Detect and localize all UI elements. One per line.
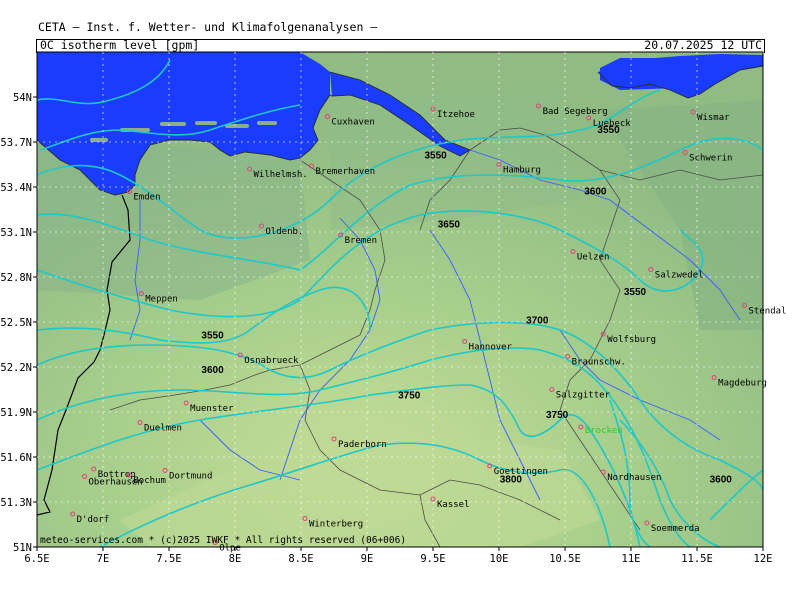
city-label: Paderborn xyxy=(338,440,387,450)
city-label: Uelzen xyxy=(577,253,610,263)
contour-value-label: 3550 xyxy=(425,151,448,162)
lat-tick-label: 53.7N xyxy=(0,137,32,149)
lat-tick-label: 54N xyxy=(13,92,32,104)
city-label: Salzgitter xyxy=(556,391,611,401)
contour-value-label: 3550 xyxy=(624,287,647,298)
city-label: Meppen xyxy=(145,295,178,305)
city-label: Stendal xyxy=(749,307,787,317)
city-label: Duelmen xyxy=(144,424,182,434)
contour-value-label: 3600 xyxy=(710,475,733,486)
lon-tick-label: 11.5E xyxy=(681,553,713,565)
contour-value-label: 3750 xyxy=(546,410,569,421)
city-label: Bochum xyxy=(133,476,166,486)
lon-tick-label: 9E xyxy=(361,553,374,565)
city-label: Nordhausen xyxy=(607,473,661,483)
city-label: Bad Segeberg xyxy=(543,107,608,117)
contour-value-label: 3700 xyxy=(526,316,549,327)
city-label: Wolfsburg xyxy=(607,335,656,345)
city-label: Schwerin xyxy=(689,154,732,164)
lat-tick-label: 52.2N xyxy=(0,362,32,374)
lon-tick-label: 6.5E xyxy=(24,553,49,565)
brocken-label: Brocken xyxy=(585,426,623,436)
city-label: Oldenb. xyxy=(265,227,303,237)
city-label: Braunschw. xyxy=(572,358,626,368)
contour-value-label: 3650 xyxy=(438,220,461,231)
lat-tick-label: 51.3N xyxy=(0,497,32,509)
city-label: Muenster xyxy=(190,404,234,414)
contour-value-label: 3550 xyxy=(201,331,224,342)
copyright-footer: meteo-services.com * (c)2025 IWKF * All … xyxy=(40,535,407,546)
lon-tick-label: 7E xyxy=(97,553,110,565)
city-label: Salzwedel xyxy=(655,271,704,281)
city-label: Osnabrueck xyxy=(244,356,299,366)
lon-tick-label: 10E xyxy=(490,553,509,565)
lat-tick-label: 53.4N xyxy=(0,182,32,194)
city-label: Winterberg xyxy=(309,520,363,530)
map-canvas: 54N 53.7N 53.4N 53.1N 52.8N 52.5N 52.2N 51.9N 51… xyxy=(0,51,787,565)
city-label: D'dorf xyxy=(77,515,110,525)
contour-value-label: 3550 xyxy=(597,125,620,136)
lat-tick-label: 52.8N xyxy=(0,272,32,284)
lon-tick-label: 10.5E xyxy=(549,553,581,565)
city-label: Soemmerda xyxy=(651,524,700,534)
city-label: Bremen xyxy=(345,236,378,246)
lat-tick-label: 51.6N xyxy=(0,452,32,464)
city-label: Hamburg xyxy=(503,166,541,176)
city-label: Wilhelmsh. xyxy=(254,170,308,180)
city-label: Emden xyxy=(133,193,160,203)
city-label: Itzehoe xyxy=(437,110,475,120)
lat-tick-label: 53.1N xyxy=(0,227,32,239)
city-label: Hannover xyxy=(469,343,513,353)
city-label: Magdeburg xyxy=(718,379,767,389)
lon-tick-label: 7.5E xyxy=(156,553,181,565)
lon-tick-label: 9.5E xyxy=(420,553,445,565)
lon-tick-label: 11E xyxy=(622,553,641,565)
lat-tick-label: 51.9N xyxy=(0,407,32,419)
lon-tick-label: 8.5E xyxy=(288,553,313,565)
city-label: Wismar xyxy=(697,113,730,123)
city-label: Cuxhaven xyxy=(331,118,374,128)
contour-value-label: 3800 xyxy=(500,475,523,486)
lat-tick-label: 52.5N xyxy=(0,317,32,329)
lon-tick-label: 12E xyxy=(754,553,773,565)
contour-value-label: 3600 xyxy=(584,187,607,198)
contour-value-label: 3750 xyxy=(398,391,421,402)
city-label: Bremerhaven xyxy=(316,167,376,177)
contour-value-label: 3600 xyxy=(201,365,224,376)
city-label: Dortmund xyxy=(169,472,212,482)
city-label: Kassel xyxy=(437,500,470,510)
lon-tick-label: 8E xyxy=(229,553,242,565)
